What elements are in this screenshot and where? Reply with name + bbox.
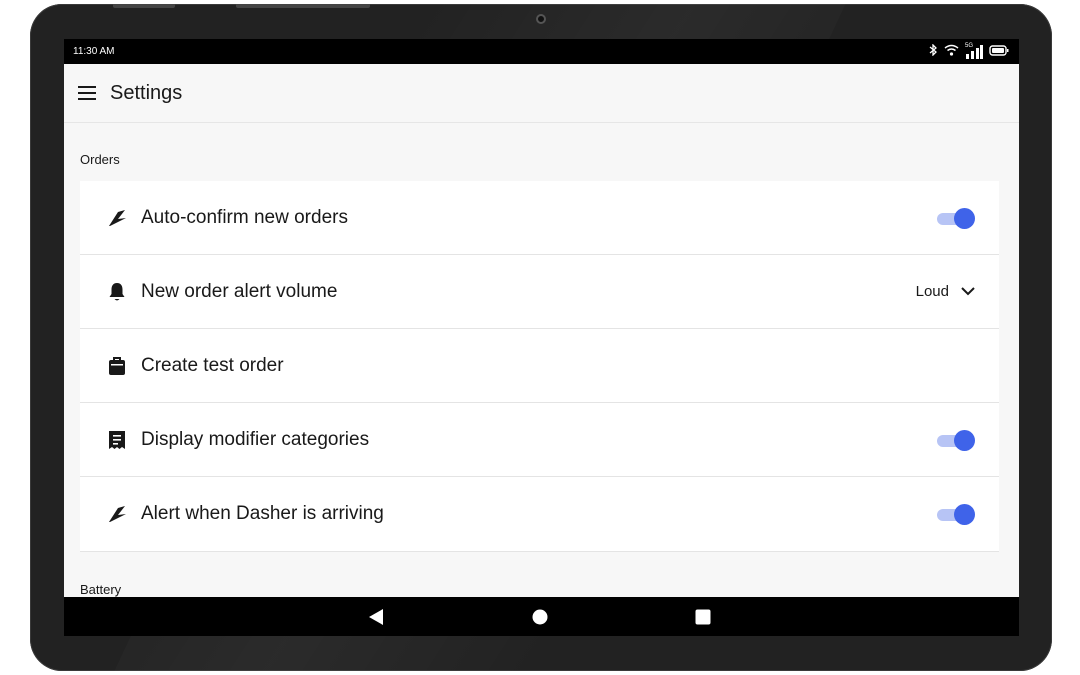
hardware-button [113, 4, 175, 8]
setting-label: Auto-confirm new orders [141, 206, 348, 228]
toggle-thumb [954, 207, 975, 229]
home-icon[interactable] [520, 597, 560, 636]
bell-icon [106, 281, 128, 303]
front-camera [536, 14, 546, 24]
back-icon[interactable] [356, 597, 396, 636]
toggle-thumb [954, 504, 975, 525]
display-modifier-categories-toggle[interactable] [937, 429, 975, 451]
battery-icon [989, 44, 1009, 59]
setting-label: New order alert volume [141, 280, 338, 302]
lightning-icon [106, 503, 128, 525]
setting-create-test-order[interactable]: Create test order [80, 329, 999, 403]
status-bar: 11:30 AM 5G [64, 39, 1019, 64]
setting-display-modifier-categories[interactable]: Display modifier categories [80, 403, 999, 477]
setting-auto-confirm[interactable]: Auto-confirm new orders [80, 181, 999, 255]
orders-settings-list: Auto-confirm new orders New order alert … [80, 181, 999, 552]
hardware-button [236, 4, 370, 8]
receipt-icon [106, 429, 128, 451]
setting-alert-dasher-arriving[interactable]: Alert when Dasher is arriving [80, 477, 999, 552]
setting-label: Display modifier categories [141, 428, 370, 450]
setting-label: Alert when Dasher is arriving [141, 503, 384, 524]
bluetooth-icon [929, 43, 938, 59]
status-time: 11:30 AM [73, 46, 115, 57]
toggle-thumb [954, 429, 975, 451]
setting-alert-volume[interactable]: New order alert volume Loud [80, 255, 999, 329]
status-icons: 5G [929, 43, 1009, 59]
select-value: Loud [915, 283, 949, 300]
section-header-orders: Orders [80, 152, 120, 167]
chevron-down-icon [961, 283, 975, 300]
screen: 11:30 AM 5G Settings Orders Auto-confirm… [64, 39, 1019, 636]
alert-volume-select[interactable]: Loud [916, 283, 975, 300]
app-bar: Settings [64, 64, 1019, 123]
section-header-battery: Battery [80, 582, 122, 597]
lightning-icon [106, 207, 128, 229]
page-title: Settings [110, 81, 183, 104]
bag-icon [106, 355, 128, 377]
navigation-bar [64, 597, 1019, 636]
setting-label: Create test order [141, 354, 284, 376]
cellular-signal-icon: 5G [965, 43, 983, 59]
alert-dasher-arriving-toggle[interactable] [937, 503, 975, 525]
hamburger-menu-icon[interactable] [75, 81, 99, 105]
wifi-icon [944, 44, 959, 59]
recents-icon[interactable] [683, 597, 723, 636]
auto-confirm-toggle[interactable] [937, 207, 975, 229]
